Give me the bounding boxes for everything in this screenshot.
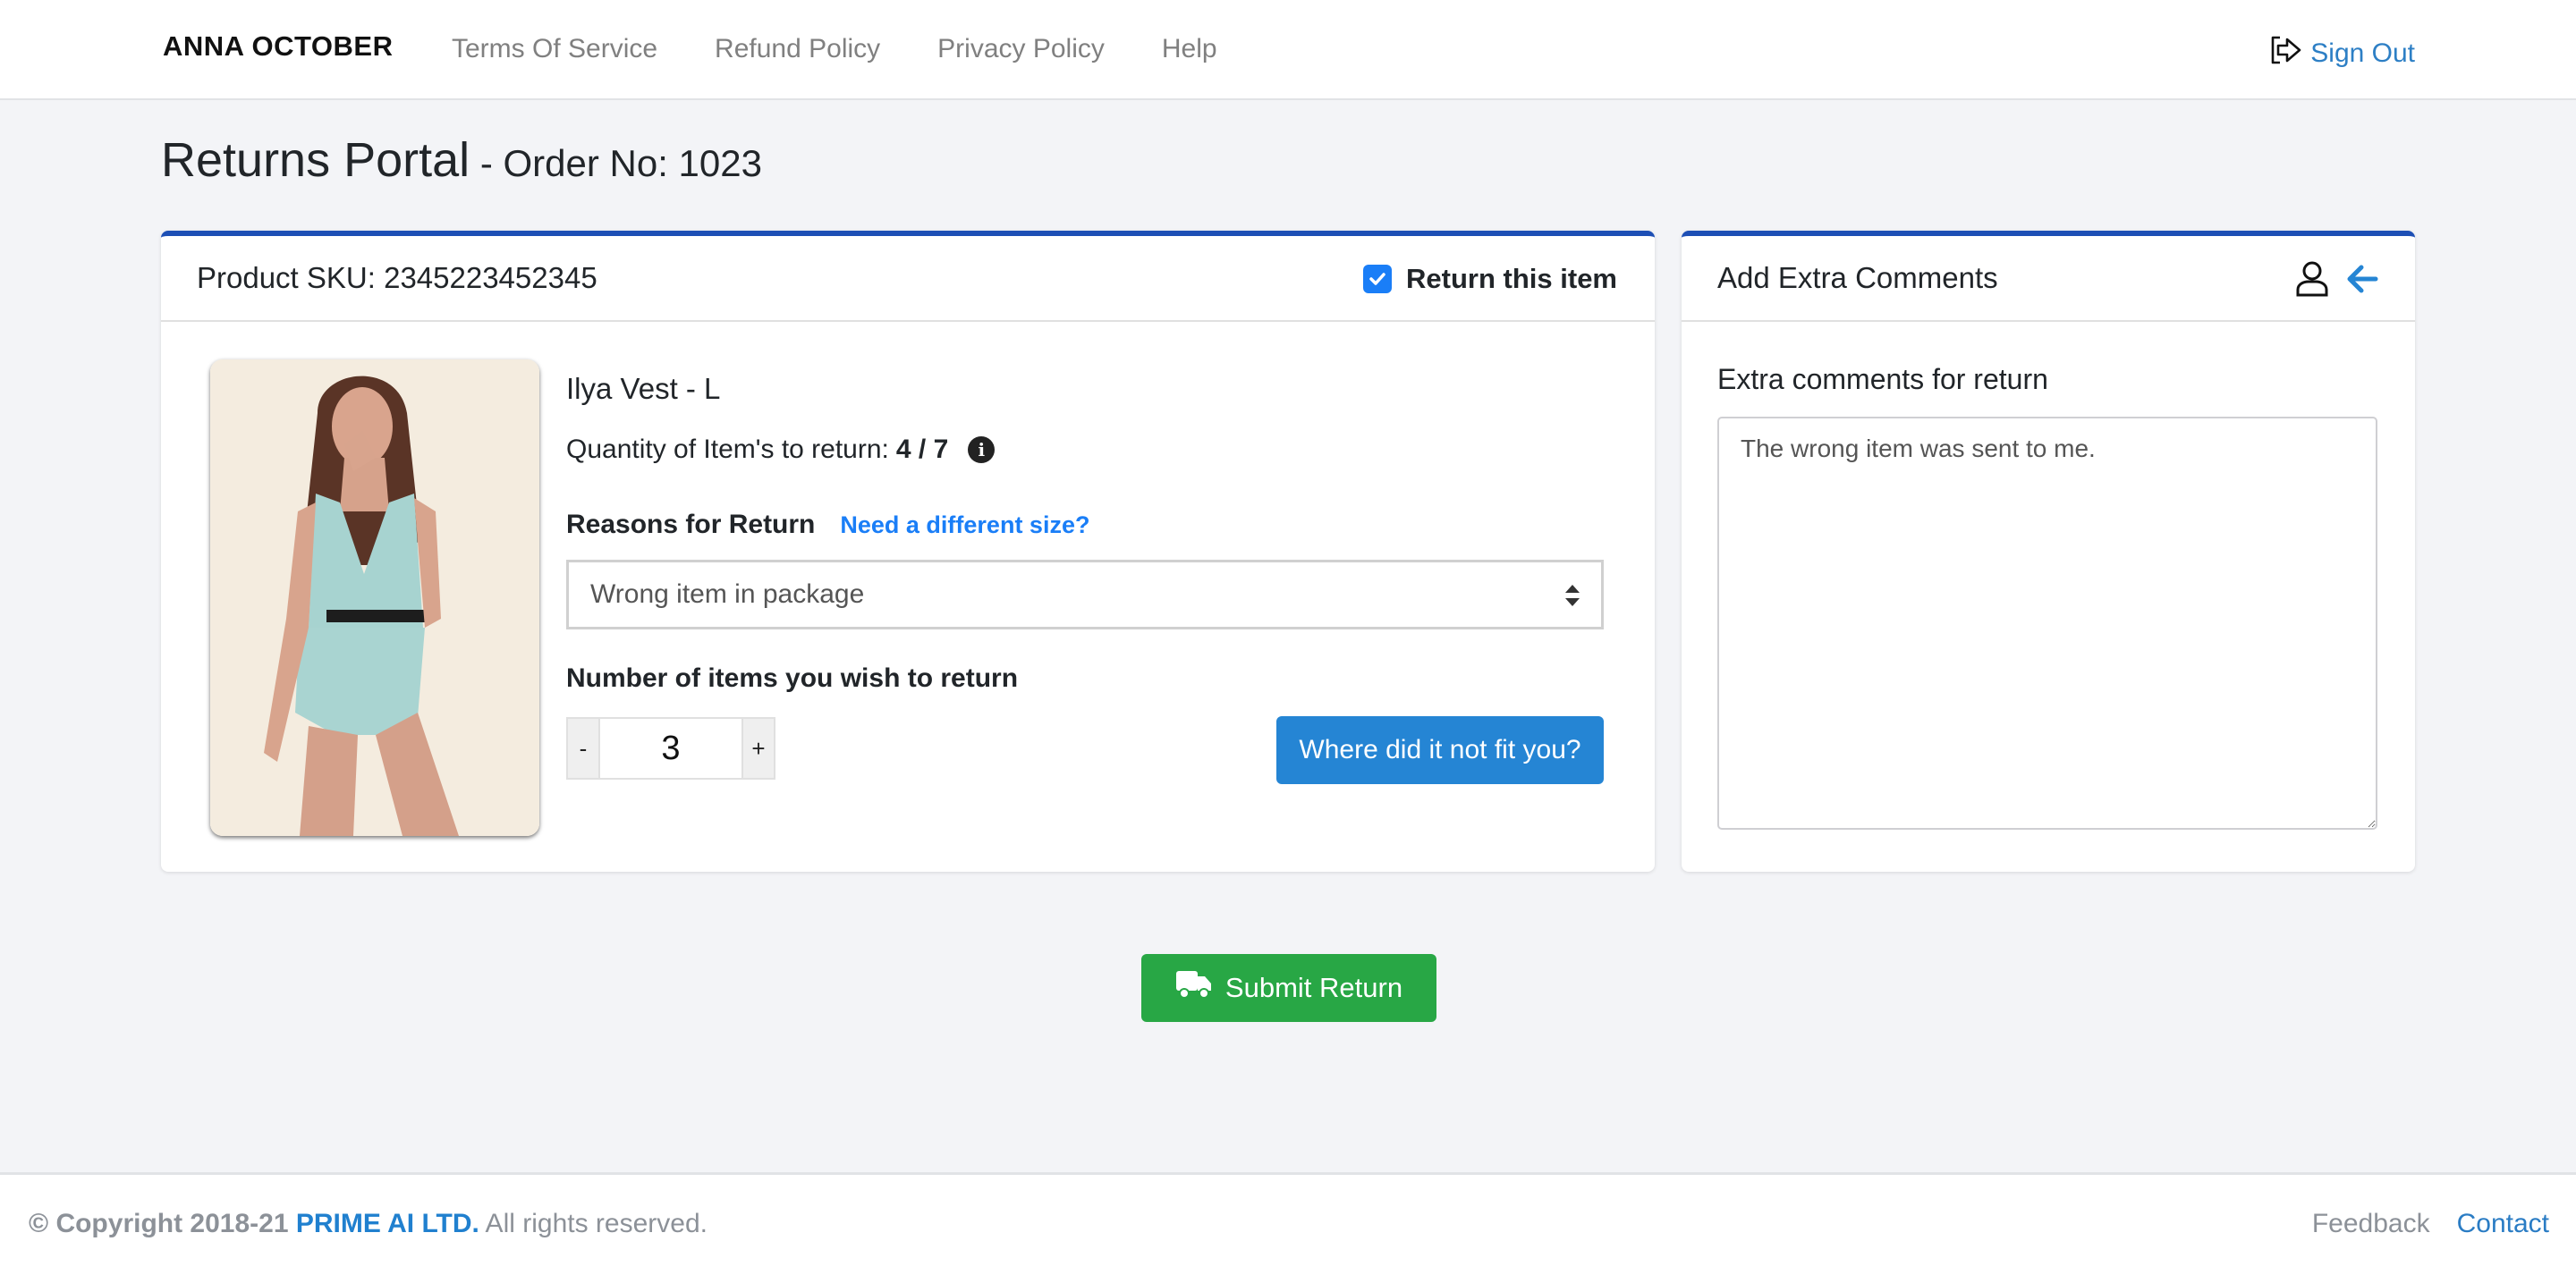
page-title-main: Returns Portal: [161, 133, 470, 187]
sign-out-button[interactable]: Sign Out: [2269, 34, 2415, 73]
product-sku: Product SKU: 2345223452345: [197, 261, 597, 294]
extra-comments-card: Add Extra Comments Extra comments for re…: [1682, 231, 2415, 872]
footer-links: Feedback Contact: [2312, 1209, 2549, 1239]
comments-textarea[interactable]: The wrong item was sent to me.: [1717, 417, 2377, 830]
nav-refund-policy[interactable]: Refund Policy: [715, 34, 880, 64]
return-item-label: Return this item: [1406, 263, 1617, 294]
quantity-value: 4 / 7: [895, 435, 949, 464]
quantity-label: Quantity of Item's to return:: [566, 435, 889, 464]
company-link[interactable]: PRIME AI LTD.: [296, 1209, 479, 1238]
nav-terms-of-service[interactable]: Terms Of Service: [452, 34, 657, 64]
decrement-button[interactable]: -: [568, 719, 598, 778]
reason-select[interactable]: Wrong item in package: [566, 560, 1604, 629]
copyright-prefix: © Copyright 2018-21: [29, 1209, 289, 1238]
product-return-card: Product SKU: 2345223452345 Return this i…: [161, 231, 1655, 872]
nav-privacy-policy[interactable]: Privacy Policy: [937, 34, 1105, 64]
comments-label: Extra comments for return: [1717, 363, 2048, 395]
submit-return-label: Submit Return: [1224, 972, 1403, 1003]
info-circle-icon[interactable]: i: [968, 436, 996, 463]
truck-icon: [1175, 969, 1213, 1007]
comments-card-title: Add Extra Comments: [1717, 261, 1998, 294]
order-number: - Order No: 1023: [470, 142, 762, 184]
reasons-row: Reasons for Return Need a different size…: [566, 510, 1089, 540]
user-icon[interactable]: [2293, 259, 2331, 303]
top-navbar: ANNA OCTOBER Terms Of Service Refund Pol…: [0, 0, 2576, 100]
select-arrows-icon: [1565, 585, 1580, 606]
page-title: Returns Portal - Order No: 1023: [161, 132, 762, 188]
number-of-items-label: Number of items you wish to return: [566, 663, 1019, 693]
sign-out-icon: [2269, 34, 2303, 73]
product-name: Ilya Vest - L: [566, 372, 721, 405]
check-icon: [1369, 273, 1385, 285]
submit-return-button[interactable]: Submit Return: [1141, 954, 1436, 1022]
footer: © Copyright 2018-21 PRIME AI LTD. All ri…: [0, 1172, 2576, 1275]
product-card-header: Product SKU: 2345223452345 Return this i…: [161, 236, 1655, 322]
comments-card-header: Add Extra Comments: [1682, 236, 2415, 322]
increment-button[interactable]: +: [743, 719, 774, 778]
quantity-line: Quantity of Item's to return: 4 / 7 i: [566, 435, 996, 465]
brand-logo[interactable]: ANNA OCTOBER: [163, 30, 393, 63]
comments-header-icons: [2293, 259, 2381, 303]
different-size-link[interactable]: Need a different size?: [840, 511, 1089, 539]
reason-selected-value: Wrong item in package: [590, 579, 865, 609]
quantity-input[interactable]: 3: [598, 719, 743, 778]
reasons-label: Reasons for Return: [566, 510, 816, 539]
fit-feedback-button[interactable]: Where did it not fit you?: [1276, 716, 1604, 784]
feedback-link[interactable]: Feedback: [2312, 1209, 2430, 1239]
checkbox-checked[interactable]: [1363, 265, 1393, 293]
main-nav: Terms Of Service Refund Policy Privacy P…: [452, 34, 1217, 64]
nav-help[interactable]: Help: [1162, 34, 1217, 64]
product-image: [210, 359, 539, 836]
rights-text: All rights reserved.: [479, 1209, 708, 1238]
copyright: © Copyright 2018-21 PRIME AI LTD. All ri…: [29, 1209, 708, 1239]
arrow-left-icon[interactable]: [2343, 259, 2381, 303]
quantity-stepper: - 3 +: [566, 717, 775, 780]
sign-out-label: Sign Out: [2310, 38, 2415, 68]
return-item-checkbox[interactable]: Return this item: [1363, 263, 1617, 295]
contact-link[interactable]: Contact: [2457, 1209, 2549, 1239]
